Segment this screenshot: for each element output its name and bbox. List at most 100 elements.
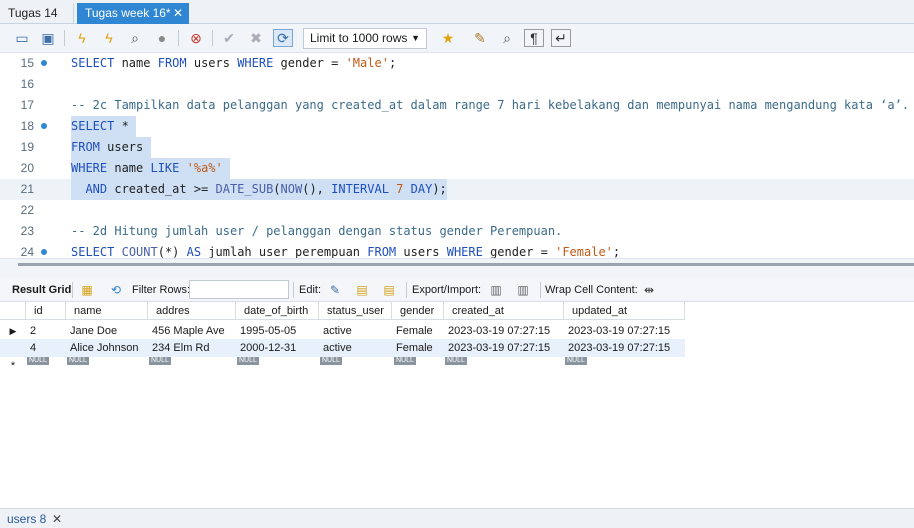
- table-row[interactable]: 4 Alice Johnson 234 Elm Rd 2000-12-31 ac…: [0, 339, 685, 357]
- cell-status-user[interactable]: active: [319, 322, 392, 340]
- cell-name[interactable]: Alice Johnson: [66, 339, 148, 357]
- cell-date-of-birth[interactable]: 1995-05-05: [236, 322, 319, 340]
- null-badge[interactable]: NULL: [320, 357, 342, 365]
- line-number: 22: [20, 203, 34, 217]
- close-tab-icon[interactable]: ✕: [173, 3, 183, 23]
- filter-rows-input[interactable]: [189, 280, 289, 299]
- export-icon[interactable]: ▥: [487, 281, 505, 299]
- sql-editor-toolbar: ▭ ▣ ϟ ϟ ⌕ ● ⊗ ✔ ✖ ⟳ Limit to 1000 rows ▼…: [0, 24, 914, 53]
- line-number: 19: [20, 140, 34, 154]
- limit-rows-select[interactable]: Limit to 1000 rows ▼: [303, 28, 427, 49]
- line-number: 16: [20, 77, 34, 91]
- stop-icon[interactable]: ●: [152, 29, 172, 47]
- cell-updated-at[interactable]: 2023-03-19 07:27:15: [564, 339, 685, 357]
- toolbar-separator: [178, 30, 179, 46]
- line-number: 18: [20, 119, 34, 133]
- statement-marker-icon: [41, 249, 47, 255]
- statement-marker-icon: [41, 123, 47, 129]
- column-header-id[interactable]: id: [26, 302, 66, 320]
- edit-row-icon[interactable]: ✎: [326, 281, 344, 299]
- rollback-icon[interactable]: ✖: [246, 29, 266, 47]
- close-icon[interactable]: ✕: [52, 512, 62, 526]
- cell-id[interactable]: 2: [26, 322, 66, 340]
- code-comment: -- 2c Tampilkan data pelanggan yang crea…: [71, 98, 910, 112]
- line-number: 21: [20, 182, 34, 196]
- autocommit-icon[interactable]: ⟳: [273, 29, 293, 47]
- null-badge[interactable]: NULL: [394, 357, 416, 365]
- wrap-icon[interactable]: ↵: [551, 29, 571, 47]
- toggle-error-icon[interactable]: ⊗: [186, 29, 206, 47]
- cell-addres[interactable]: 456 Maple Ave: [148, 322, 236, 340]
- editor-line: 17 -- 2c Tampilkan data pelanggan yang c…: [0, 95, 914, 116]
- editor-line: 20 WHERE name LIKE '%a%': [0, 158, 914, 179]
- null-badge[interactable]: NULL: [237, 357, 259, 365]
- editor-splitter[interactable]: [0, 258, 914, 278]
- add-row-icon[interactable]: ▤: [353, 281, 371, 299]
- column-header-name[interactable]: name: [66, 302, 148, 320]
- open-file-icon[interactable]: ▭: [12, 29, 32, 47]
- beautify-icon[interactable]: ✎: [470, 29, 490, 47]
- execute-current-icon[interactable]: ϟ: [99, 29, 119, 47]
- line-number: 20: [20, 161, 34, 175]
- filter-rows-label: Filter Rows:: [132, 284, 191, 296]
- column-header-created-at[interactable]: created_at: [444, 302, 564, 320]
- tab-tugas-week-16[interactable]: Tugas week 16* ✕: [77, 3, 189, 24]
- result-grid-toolbar: Result Grid ▦ ⟲ Filter Rows: Edit: ✎ ▤ ▤…: [0, 278, 914, 302]
- cell-created-at[interactable]: 2023-03-19 07:27:15: [444, 339, 564, 357]
- delete-row-icon[interactable]: ▤: [380, 281, 398, 299]
- result-grid-tab[interactable]: Result Grid: [12, 283, 71, 297]
- null-badge[interactable]: NULL: [27, 357, 49, 365]
- null-badge[interactable]: NULL: [445, 357, 467, 365]
- statement-marker-icon: [41, 60, 47, 66]
- editor-current-line: 21 AND created_at >= DATE_SUB(NOW(), INT…: [0, 179, 914, 200]
- cell-gender[interactable]: Female: [392, 322, 444, 340]
- execute-icon[interactable]: ϟ: [72, 29, 92, 47]
- column-header-addres[interactable]: addres: [148, 302, 236, 320]
- null-badge[interactable]: NULL: [565, 357, 587, 365]
- new-row-marker: *: [10, 360, 16, 372]
- editor-horizontal-scrollbar[interactable]: [18, 263, 914, 266]
- cell-addres[interactable]: 234 Elm Rd: [148, 339, 236, 357]
- column-header-gender[interactable]: gender: [392, 302, 444, 320]
- toolbar-separator: [72, 282, 73, 298]
- import-icon[interactable]: ▥: [514, 281, 532, 299]
- code-text: SELECT COUNT(*) AS jumlah_user_perempuan…: [71, 245, 621, 258]
- invisible-chars-icon[interactable]: ¶: [524, 29, 544, 47]
- line-number: 24: [20, 245, 34, 258]
- line-number: 17: [20, 98, 34, 112]
- grid-header-row: id name addres date_of_birth status_user…: [0, 302, 685, 320]
- cell-date-of-birth[interactable]: 2000-12-31: [236, 339, 319, 357]
- export-import-label: Export/Import:: [412, 284, 482, 296]
- new-row[interactable]: * NULL NULL NULL NULL NULL NULL NULL NUL…: [0, 357, 685, 375]
- null-badge[interactable]: NULL: [149, 357, 171, 365]
- explain-icon[interactable]: ⌕: [125, 29, 145, 47]
- editor-line: 18 SELECT *: [0, 116, 914, 137]
- refresh-icon[interactable]: ⟲: [107, 281, 125, 299]
- cell-status-user[interactable]: active: [319, 339, 392, 357]
- cell-updated-at[interactable]: 2023-03-19 07:27:15: [564, 322, 685, 340]
- column-header-date-of-birth[interactable]: date_of_birth: [236, 302, 319, 320]
- column-header-status-user[interactable]: status_user: [319, 302, 392, 320]
- tab-tugas-14[interactable]: Tugas 14: [0, 3, 74, 24]
- cell-gender[interactable]: Female: [392, 339, 444, 357]
- find-icon[interactable]: ⌕: [497, 29, 517, 47]
- editor-line: 24 SELECT COUNT(*) AS jumlah_user_peremp…: [0, 242, 914, 258]
- save-icon[interactable]: ▣: [38, 29, 58, 47]
- cell-created-at[interactable]: 2023-03-19 07:27:15: [444, 322, 564, 340]
- result-grid[interactable]: id name addres date_of_birth status_user…: [0, 302, 914, 508]
- cell-name[interactable]: Jane Doe: [66, 322, 148, 340]
- table-row[interactable]: ▶ 2 Jane Doe 456 Maple Ave 1995-05-05 ac…: [0, 322, 685, 340]
- chevron-down-icon: ▼: [411, 33, 420, 43]
- cell-id[interactable]: 4: [26, 339, 66, 357]
- grid-icon[interactable]: ▦: [78, 281, 96, 299]
- code-comment: -- 2d Hitung jumlah user / pelanggan den…: [71, 224, 563, 238]
- code-text: WHERE name LIKE '%a%': [71, 158, 230, 179]
- null-badge[interactable]: NULL: [67, 357, 89, 365]
- add-snippet-icon[interactable]: ★: [438, 29, 458, 47]
- result-tab-users-8[interactable]: users 8: [7, 512, 46, 526]
- sql-editor[interactable]: 15 SELECT name FROM users WHERE gender =…: [0, 53, 914, 258]
- toolbar-separator: [293, 282, 294, 298]
- column-header-updated-at[interactable]: updated_at: [564, 302, 685, 320]
- commit-icon[interactable]: ✔: [219, 29, 239, 47]
- wrap-cell-icon[interactable]: ⇹: [640, 281, 658, 299]
